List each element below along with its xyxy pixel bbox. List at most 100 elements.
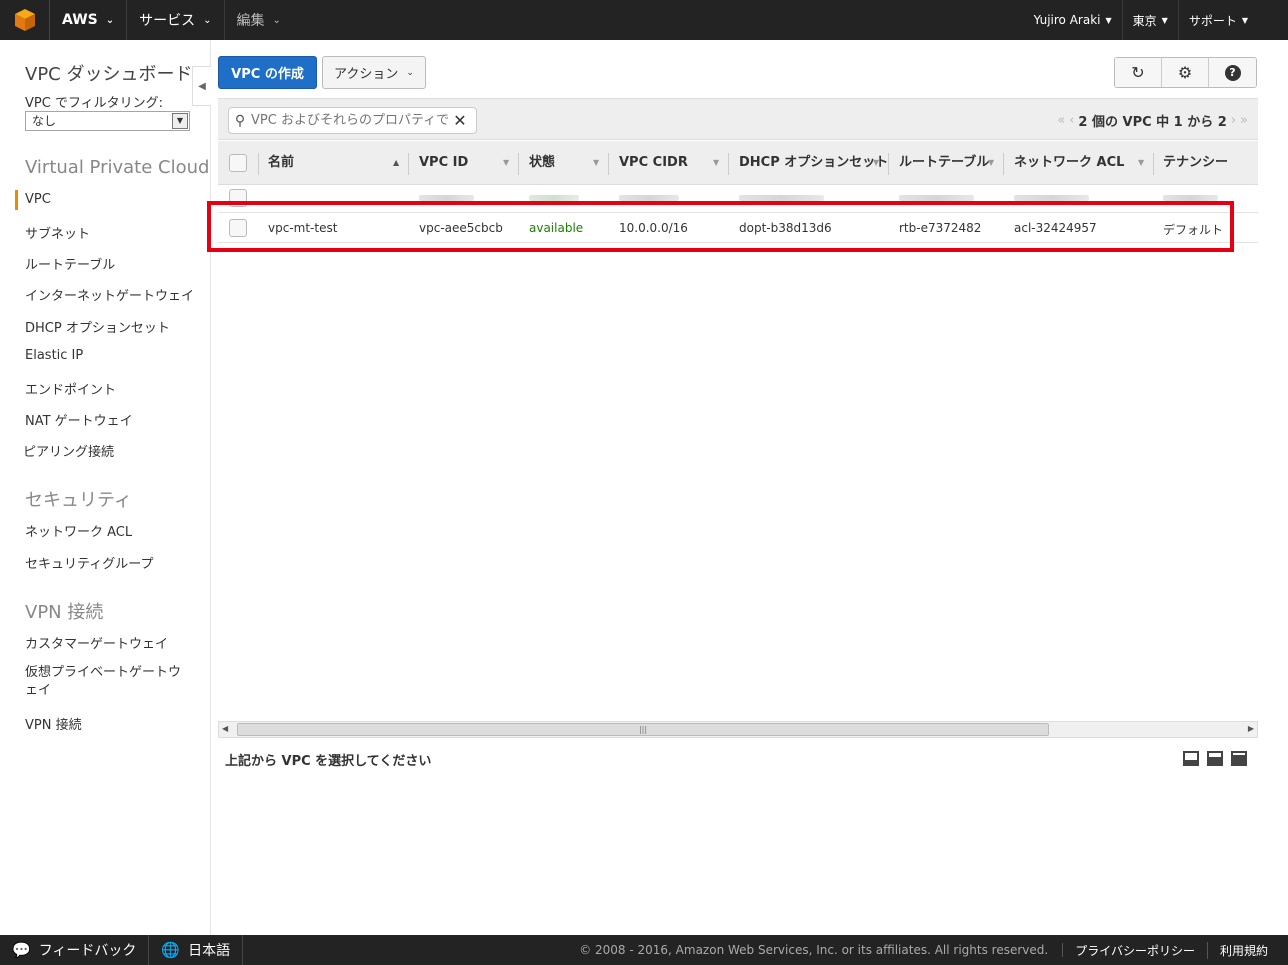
edit-menu-label: 編集 — [236, 13, 265, 29]
region-menu-label: 東京 — [1132, 13, 1157, 28]
horizontal-scrollbar[interactable]: ◀ ||| ▶ — [218, 721, 1258, 738]
top-nav: AWS ⌄ サービス ⌄ 編集 ⌄ Yujiro Araki ▼ 東京 ▼ サポ… — [0, 0, 1288, 40]
language-selector[interactable]: 🌐 日本語 — [149, 935, 244, 965]
section-virtual-private-cloud: Virtual Private Cloud — [25, 157, 210, 178]
refresh-button[interactable]: ↻ — [1115, 58, 1162, 87]
column-header-network-acl[interactable]: ネットワーク ACL — [1014, 141, 1124, 185]
sidebar-item-customer-gateways[interactable]: カスタマーゲートウェイ — [25, 633, 168, 652]
vpc-filter-value: なし — [32, 114, 57, 128]
sidebar-item-nat-gateways[interactable]: NAT ゲートウェイ — [25, 410, 133, 429]
support-menu-label: サポート — [1188, 13, 1237, 28]
column-separator — [608, 153, 609, 175]
sidebar-item-network-acl[interactable]: ネットワーク ACL — [25, 521, 132, 540]
section-vpn: VPN 接続 — [25, 602, 104, 623]
column-header-vpc-cidr[interactable]: VPC CIDR — [619, 141, 688, 185]
help-button[interactable]: ? — [1209, 58, 1256, 87]
column-header-vpc-id[interactable]: VPC ID — [419, 141, 468, 185]
column-header-tenancy[interactable]: テナンシー — [1163, 141, 1228, 185]
sidebar-item-security-groups[interactable]: セキュリティグループ — [25, 553, 153, 572]
search-input[interactable] — [251, 113, 449, 128]
sidebar-item-dhcp-options[interactable]: DHCP オプションセット — [25, 317, 170, 336]
next-page-icon[interactable]: › — [1231, 113, 1236, 128]
sidebar-item-virtual-private-gateways[interactable]: 仮想プライベートゲートウェイ — [25, 664, 190, 700]
chevron-down-icon: ⌄ — [406, 67, 414, 78]
sidebar-item-route-tables[interactable]: ルートテーブル — [25, 254, 115, 273]
column-header-dhcp[interactable]: DHCP オプションセット — [739, 141, 888, 185]
services-menu[interactable]: サービス ⌄ — [127, 0, 225, 40]
search-box[interactable]: ⚲ ✕ — [228, 107, 477, 134]
privacy-policy-link[interactable]: プライバシーポリシー — [1063, 941, 1208, 959]
section-security: セキュリティ — [25, 490, 132, 511]
terms-link[interactable]: 利用規約 — [1208, 942, 1268, 959]
sort-ascending-icon[interactable]: ▲ — [393, 141, 399, 185]
aws-cube-icon[interactable] — [0, 0, 50, 40]
sidebar-item-elastic-ip[interactable]: Elastic IP — [25, 348, 83, 363]
last-page-icon[interactable]: » — [1240, 113, 1248, 128]
sidebar-title[interactable]: VPC ダッシュボード — [25, 60, 192, 86]
column-separator — [408, 153, 409, 175]
sidebar-item-endpoints[interactable]: エンドポイント — [25, 379, 116, 398]
sort-icon[interactable]: ▼ — [593, 141, 599, 185]
sort-icon[interactable]: ▼ — [503, 141, 509, 185]
column-header-name[interactable]: 名前 — [268, 141, 294, 185]
panel-minimize-icon[interactable] — [1183, 751, 1199, 766]
edit-menu[interactable]: 編集 ⌄ — [225, 0, 293, 40]
actions-button[interactable]: アクション ⌄ — [322, 56, 426, 89]
footer: 💬 フィードバック 🌐 日本語 © 2008 - 2016, Amazon We… — [0, 935, 1288, 965]
collapse-sidebar-button[interactable]: ◀ — [192, 66, 211, 106]
create-vpc-button[interactable]: VPC の作成 — [218, 56, 317, 89]
sort-icon[interactable]: ▼ — [1138, 141, 1144, 185]
refresh-icon: ↻ — [1131, 63, 1145, 82]
aws-menu[interactable]: AWS ⌄ — [50, 0, 128, 40]
first-page-icon[interactable]: « — [1057, 113, 1065, 128]
column-separator — [1003, 153, 1004, 175]
language-label: 日本語 — [188, 943, 231, 959]
column-header-route-table[interactable]: ルートテーブル — [899, 141, 989, 185]
gear-icon: ⚙ — [1177, 63, 1193, 82]
sort-icon[interactable]: ▼ — [873, 141, 879, 185]
scroll-right-icon[interactable]: ▶ — [1248, 724, 1254, 733]
scrollbar-thumb[interactable]: ||| — [237, 723, 1049, 736]
table-header: 名前 ▲ VPC ID ▼ 状態 ▼ VPC CIDR ▼ DHCP オプション… — [218, 141, 1258, 185]
feedback-link[interactable]: 💬 フィードバック — [0, 935, 150, 965]
help-icon: ? — [1224, 64, 1241, 81]
support-menu[interactable]: サポート ▼ — [1179, 0, 1258, 40]
column-header-name-label: 名前 — [268, 155, 295, 170]
column-separator — [1153, 153, 1154, 175]
region-menu[interactable]: 東京 ▼ — [1123, 0, 1179, 40]
vpc-filter-select[interactable]: なし ▼ — [25, 111, 190, 131]
panel-maximize-icon[interactable] — [1231, 751, 1247, 766]
services-menu-label: サービス — [139, 13, 196, 29]
sidebar-item-internet-gateways[interactable]: インターネットゲートウェイ — [25, 285, 194, 304]
sidebar-item-vpn-connections[interactable]: VPN 接続 — [25, 714, 82, 733]
sidebar-item-subnets[interactable]: サブネット — [25, 223, 90, 242]
chevron-down-icon: ⌄ — [272, 14, 281, 26]
footer-right: © 2008 - 2016, Amazon Web Services, Inc.… — [579, 935, 1268, 965]
prev-page-icon[interactable]: ‹ — [1069, 113, 1074, 128]
aws-menu-label: AWS — [62, 12, 98, 28]
column-header-state[interactable]: 状態 — [529, 141, 555, 185]
chevron-down-icon: ⌄ — [105, 14, 115, 26]
sort-icon[interactable]: ▼ — [713, 141, 719, 185]
sort-icon[interactable]: ▼ — [988, 141, 994, 185]
close-icon[interactable]: ✕ — [449, 111, 471, 130]
panel-size-controls — [1183, 751, 1247, 766]
sidebar-item-peering[interactable]: ピアリング接続 — [23, 441, 114, 460]
sidebar-item-vpc[interactable]: VPC — [25, 192, 51, 207]
select-all-checkbox[interactable] — [229, 154, 247, 172]
dropdown-arrow-icon: ▼ — [172, 113, 188, 129]
caret-down-icon: ▼ — [1161, 15, 1168, 25]
feedback-label: フィードバック — [38, 943, 137, 959]
scroll-left-icon[interactable]: ◀ — [222, 724, 228, 733]
chevron-down-icon: ⌄ — [203, 14, 212, 26]
user-menu[interactable]: Yujiro Araki ▼ — [1024, 0, 1123, 40]
panel-half-icon[interactable] — [1207, 751, 1223, 766]
toolbar-icon-group: ↻ ⚙ ? — [1114, 57, 1257, 88]
search-icon: ⚲ — [234, 112, 246, 129]
pagination: « ‹ 2 個の VPC 中 1 から 2 › » — [1057, 111, 1248, 130]
chevron-left-icon: ◀ — [198, 80, 206, 92]
pagination-text: 2 個の VPC 中 1 から 2 — [1078, 115, 1227, 130]
settings-button[interactable]: ⚙ — [1162, 58, 1209, 87]
column-separator — [518, 153, 519, 175]
copyright-text: © 2008 - 2016, Amazon Web Services, Inc.… — [579, 943, 1064, 957]
